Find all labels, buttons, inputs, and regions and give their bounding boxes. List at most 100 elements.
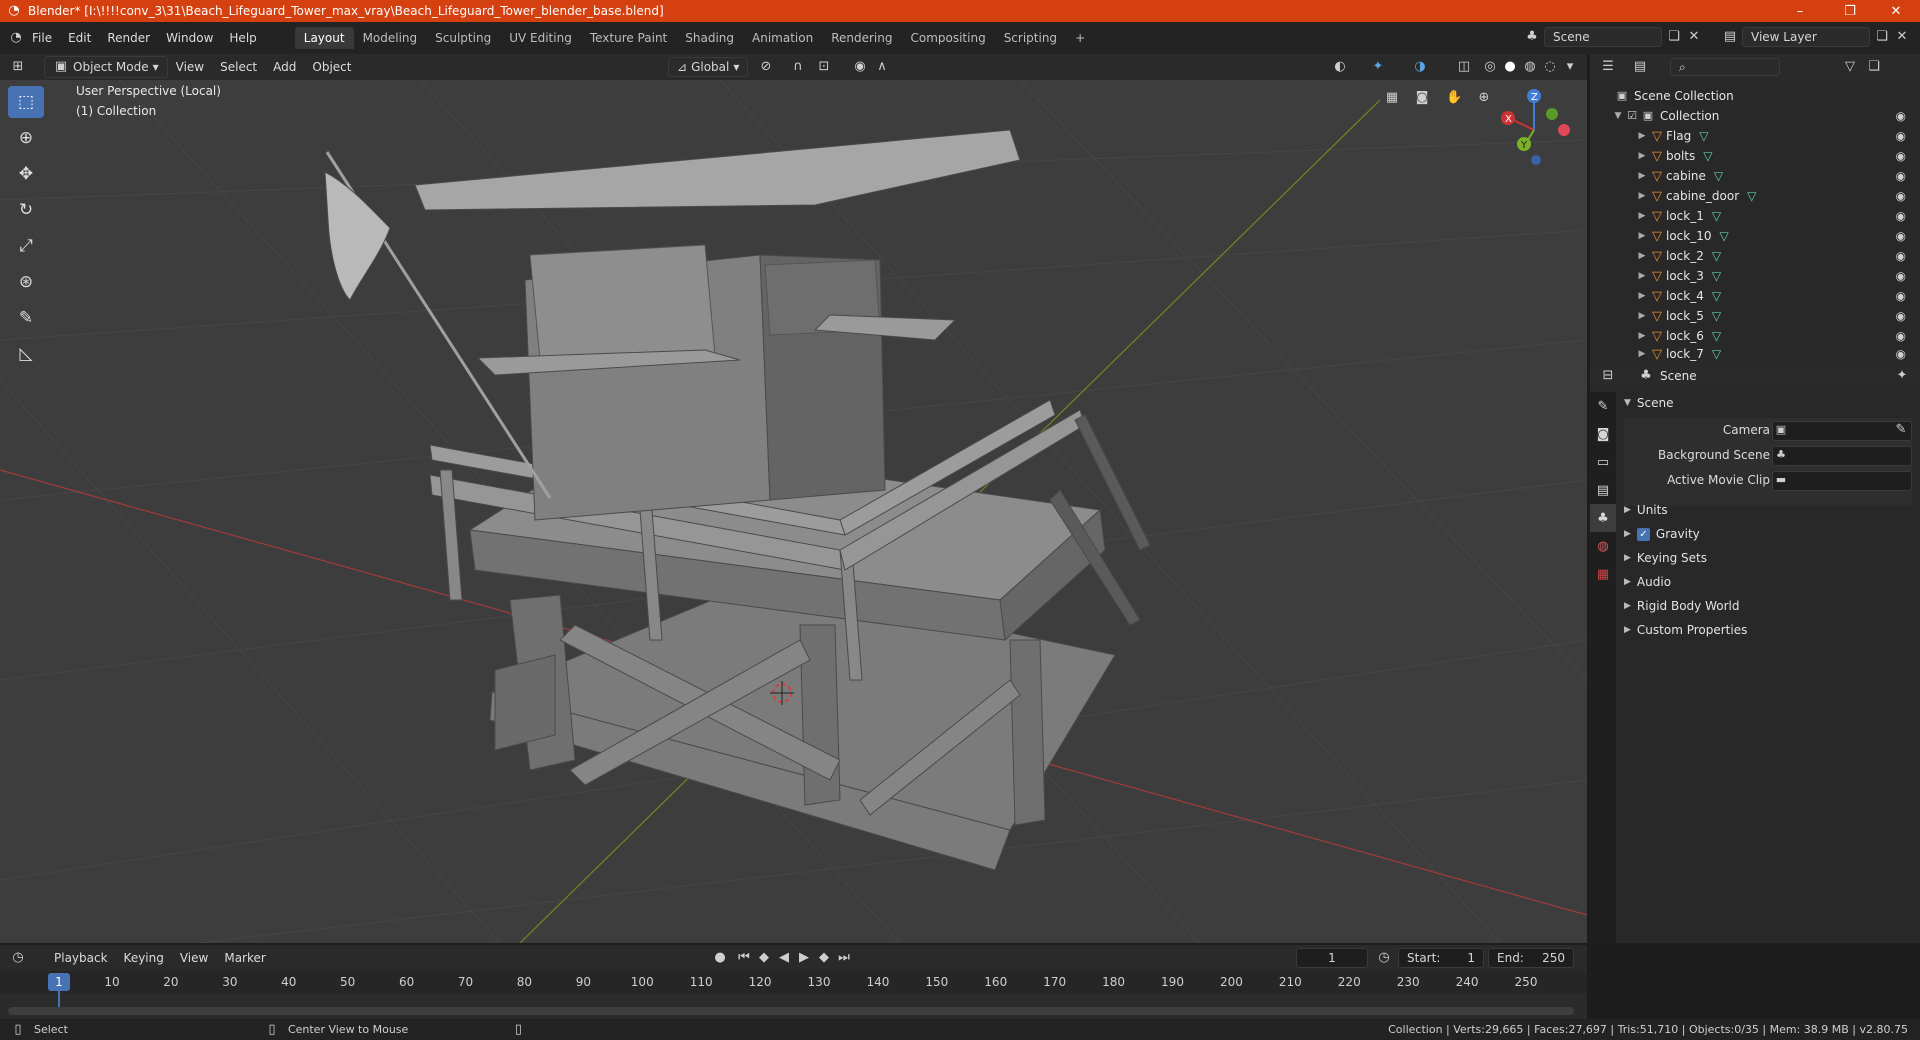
grid-view-icon[interactable]: ▦ bbox=[1384, 90, 1400, 106]
tab-modeling[interactable]: Modeling bbox=[354, 27, 427, 49]
pan-hand-icon[interactable]: ✋ bbox=[1446, 90, 1462, 106]
tab-tool[interactable]: ✎ bbox=[1590, 392, 1616, 420]
tab-sculpting[interactable]: Sculpting bbox=[426, 27, 500, 49]
expand-triangle-icon[interactable]: ▶ bbox=[1636, 231, 1648, 241]
scene-name-field[interactable]: Scene bbox=[1544, 27, 1662, 47]
3d-viewport[interactable]: User Perspective (Local) (1) Collection … bbox=[0, 80, 1587, 943]
gizmo-toggle-icon[interactable]: ✦ bbox=[1370, 59, 1386, 75]
jump-keyframe-forward-icon[interactable]: ◆ bbox=[816, 950, 832, 966]
menu-file[interactable]: File bbox=[24, 31, 60, 45]
outliner-item[interactable]: ▶ ▽ lock_2 ▽ ◉ bbox=[1590, 246, 1920, 266]
properties-editor-icon[interactable]: ⊟ bbox=[1600, 368, 1616, 384]
snap-icon[interactable]: ∩ bbox=[790, 59, 806, 75]
outliner-search-input[interactable]: ⌕ bbox=[1670, 58, 1780, 76]
zoom-icon[interactable]: ⊕ bbox=[1476, 90, 1492, 106]
menu-add[interactable]: Add bbox=[265, 60, 304, 74]
jump-end-icon[interactable]: ⏭ bbox=[836, 950, 852, 966]
tab-world[interactable]: ◍ bbox=[1590, 532, 1616, 560]
outliner-item[interactable]: ▶ ▽ lock_4 ▽ ◉ bbox=[1590, 286, 1920, 306]
camera-field[interactable]: ▣ ✎ bbox=[1772, 421, 1912, 441]
timeline-scrubber[interactable]: 1 10 20 30 40 50 60 70 80 90 100 110 120 130 140 150 160… bbox=[0, 971, 1587, 1019]
stopwatch-icon[interactable]: ◷ bbox=[1376, 950, 1392, 966]
new-collection-icon[interactable]: ❏ bbox=[1866, 59, 1882, 75]
panel-units[interactable]: ▶ Units bbox=[1624, 503, 1668, 517]
active-movie-clip-field[interactable]: ▬ bbox=[1772, 471, 1912, 491]
end-frame-field[interactable]: End: 250 bbox=[1488, 948, 1574, 968]
menu-window[interactable]: Window bbox=[158, 31, 221, 45]
tab-render[interactable]: ◙ bbox=[1590, 420, 1616, 448]
panel-custom-properties[interactable]: ▶ Custom Properties bbox=[1624, 623, 1747, 637]
current-frame-field[interactable]: 1 bbox=[1296, 948, 1368, 968]
menu-keying[interactable]: Keying bbox=[116, 951, 172, 965]
menu-object[interactable]: Object bbox=[304, 60, 359, 74]
navigation-gizmo[interactable]: Z X Y bbox=[1494, 88, 1574, 168]
expand-triangle-icon[interactable]: ▶ bbox=[1636, 331, 1648, 341]
transform-tool[interactable]: ⊛ bbox=[8, 266, 44, 298]
minimize-button[interactable]: – bbox=[1780, 0, 1820, 22]
overlay-toggle-icon[interactable]: ◑ bbox=[1412, 59, 1428, 75]
shading-options-icon[interactable]: ▾ bbox=[1562, 59, 1578, 75]
background-scene-field[interactable]: ♣ bbox=[1772, 446, 1912, 466]
eye-icon[interactable]: ◉ bbox=[1896, 269, 1906, 283]
expand-triangle-icon[interactable]: ▶ bbox=[1636, 251, 1648, 261]
tab-uv-editing[interactable]: UV Editing bbox=[500, 27, 581, 49]
tab-rendering[interactable]: Rendering bbox=[822, 27, 901, 49]
tab-texture[interactable]: ▦ bbox=[1590, 560, 1616, 588]
selectability-icon[interactable]: ◐ bbox=[1332, 59, 1348, 75]
outliner-collection[interactable]: ▼ ☑ ▣ Collection ◉ bbox=[1590, 106, 1920, 126]
outliner-item[interactable]: ▶ ▽ cabine ▽ ◉ bbox=[1590, 166, 1920, 186]
outliner-item[interactable]: ▶ ▽ lock_7 ▽ ◉ bbox=[1590, 346, 1920, 362]
rotate-tool[interactable]: ↻ bbox=[8, 194, 44, 226]
expand-triangle-icon[interactable]: ▶ bbox=[1636, 349, 1648, 359]
menu-playback[interactable]: Playback bbox=[46, 951, 116, 965]
expand-triangle-icon[interactable]: ▶ bbox=[1636, 191, 1648, 201]
close-button[interactable]: ✕ bbox=[1876, 0, 1916, 22]
menu-edit[interactable]: Edit bbox=[60, 31, 99, 45]
outliner-item[interactable]: ▶ ▽ cabine_door ▽ ◉ bbox=[1590, 186, 1920, 206]
outliner-item[interactable]: ▶ ▽ lock_1 ▽ ◉ bbox=[1590, 206, 1920, 226]
tab-animation[interactable]: Animation bbox=[743, 27, 822, 49]
tab-shading[interactable]: Shading bbox=[676, 27, 743, 49]
solid-shading-icon[interactable]: ● bbox=[1502, 59, 1518, 75]
eye-icon[interactable]: ◉ bbox=[1896, 149, 1906, 163]
eye-icon[interactable]: ◉ bbox=[1896, 209, 1906, 223]
tab-scene[interactable]: ♣ bbox=[1590, 504, 1616, 532]
tower-model[interactable] bbox=[324, 129, 1151, 871]
tab-output[interactable]: ▭ bbox=[1590, 448, 1616, 476]
snap-target-icon[interactable]: ⊡ bbox=[816, 59, 832, 75]
blender-menu-icon[interactable]: ◔ bbox=[8, 30, 24, 46]
transform-orientation-dropdown[interactable]: ⊿ Global ▾ bbox=[668, 57, 749, 77]
eye-icon[interactable]: ◉ bbox=[1896, 347, 1906, 361]
tab-texture-paint[interactable]: Texture Paint bbox=[581, 27, 676, 49]
panel-rigid-body-world[interactable]: ▶ Rigid Body World bbox=[1624, 599, 1739, 613]
editor-type-icon[interactable]: ⊞ bbox=[10, 59, 26, 75]
menu-select[interactable]: Select bbox=[212, 60, 265, 74]
new-scene-icon[interactable]: ❏ bbox=[1666, 29, 1682, 45]
view-layer-field[interactable]: View Layer bbox=[1742, 27, 1870, 47]
delete-view-layer-icon[interactable]: ✕ bbox=[1894, 29, 1910, 45]
gravity-checkbox[interactable]: ✓ bbox=[1636, 527, 1650, 541]
timeline-editor-icon[interactable]: ◷ bbox=[10, 950, 26, 966]
menu-help[interactable]: Help bbox=[221, 31, 264, 45]
menu-render[interactable]: Render bbox=[99, 31, 158, 45]
jump-start-icon[interactable]: ⏮ bbox=[736, 950, 752, 966]
outliner-item[interactable]: ▶ ▽ lock_6 ▽ ◉ bbox=[1590, 326, 1920, 346]
eye-icon[interactable]: ◉ bbox=[1896, 189, 1906, 203]
menu-timeline-view[interactable]: View bbox=[172, 951, 216, 965]
expand-triangle-icon[interactable]: ▶ bbox=[1636, 151, 1648, 161]
eye-icon[interactable]: ◉ bbox=[1896, 289, 1906, 303]
menu-marker[interactable]: Marker bbox=[216, 951, 273, 965]
select-box-tool[interactable]: ⬚ bbox=[8, 86, 44, 118]
expand-triangle-icon[interactable]: ▶ bbox=[1636, 311, 1648, 321]
add-workspace-button[interactable]: + bbox=[1066, 27, 1094, 49]
delete-scene-icon[interactable]: ✕ bbox=[1686, 29, 1702, 45]
maximize-button[interactable]: ❐ bbox=[1830, 0, 1870, 22]
outliner-item[interactable]: ▶ ▽ lock_3 ▽ ◉ bbox=[1590, 266, 1920, 286]
jump-keyframe-back-icon[interactable]: ◆ bbox=[756, 950, 772, 966]
annotate-tool[interactable]: ✎ bbox=[8, 302, 44, 334]
xray-icon[interactable]: ◫ bbox=[1456, 59, 1472, 75]
start-frame-field[interactable]: Start: 1 bbox=[1398, 948, 1484, 968]
view-layer-icon[interactable]: ▤ bbox=[1722, 29, 1738, 45]
timeline-scrollbar[interactable] bbox=[8, 1007, 1574, 1015]
pin-icon[interactable]: ✦ bbox=[1894, 368, 1910, 384]
